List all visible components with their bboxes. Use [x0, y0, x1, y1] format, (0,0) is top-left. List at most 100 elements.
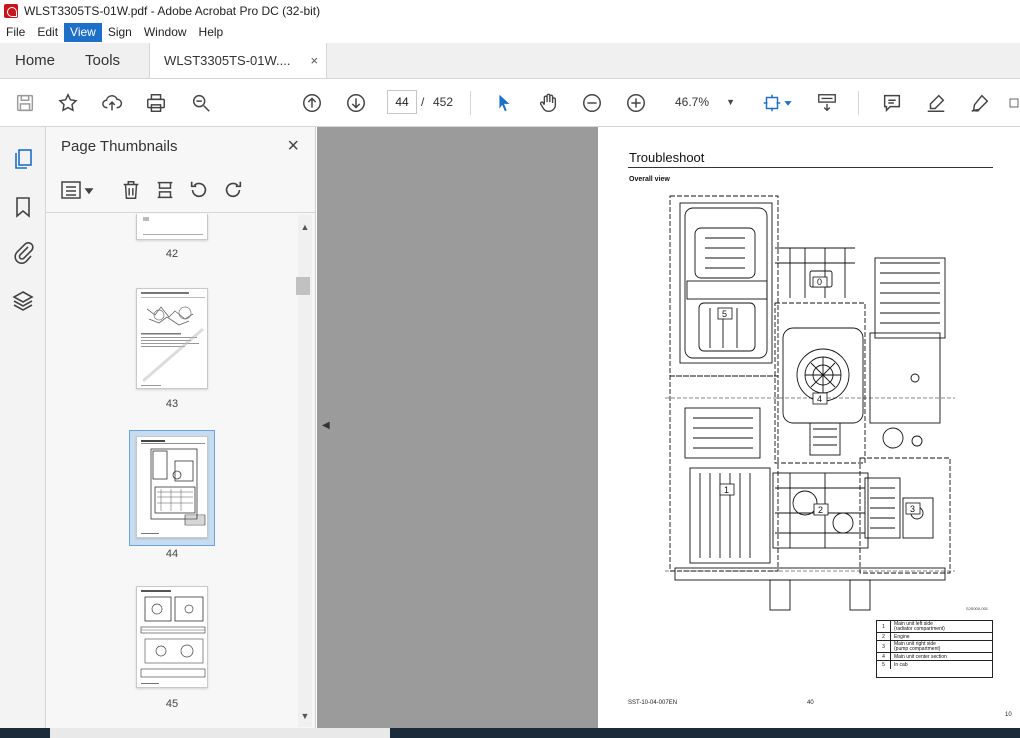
os-taskbar	[0, 728, 1020, 738]
legend-text: Main unit center section	[894, 654, 947, 660]
legend-number: 1	[877, 621, 891, 632]
taskbar-search-box[interactable]	[50, 728, 390, 738]
callout-5: 5	[722, 309, 727, 319]
menu-help[interactable]: Help	[193, 23, 230, 42]
legend-row: 5 In cab	[877, 661, 992, 669]
zoom-out-icon[interactable]	[580, 91, 604, 115]
thumbnail-page-45[interactable]	[136, 586, 208, 688]
legend-text: Engine	[894, 634, 910, 640]
scroll-down-icon[interactable]: ▼	[298, 709, 312, 723]
tab-tools[interactable]: Tools	[70, 43, 135, 78]
window-title: WLST3305TS-01W.pdf - Adobe Acrobat Pro D…	[24, 4, 321, 18]
extract-page-icon[interactable]	[154, 179, 178, 203]
highlight-icon[interactable]	[924, 91, 948, 115]
drawing-code: SJS000-001	[966, 606, 989, 611]
thumbnail-page-44[interactable]	[136, 436, 208, 538]
bookmark-star-icon[interactable]	[56, 91, 80, 115]
legend-number: 5	[877, 661, 891, 669]
page-separator: /	[421, 95, 425, 109]
thumbnail-list: 42 43 44 45	[46, 214, 296, 728]
attachments-icon[interactable]	[11, 240, 35, 264]
total-pages: 452	[433, 95, 454, 109]
comment-icon[interactable]	[880, 91, 904, 115]
tab-document[interactable]: WLST3305TS-01W.... ×	[149, 43, 328, 78]
thumbnail-content-43	[141, 292, 205, 386]
page-heading: Troubleshoot	[629, 150, 705, 165]
toolbar-divider	[858, 91, 859, 115]
legend-table: 1 Main unit left side (radiator compartm…	[876, 620, 993, 678]
legend-number: 3	[877, 641, 891, 652]
zoom-level-select[interactable]: 46.7% ▼	[663, 90, 743, 114]
close-tab-icon[interactable]: ×	[310, 53, 318, 68]
machine-overall-view-drawing: 0 5 4 1 2 3	[665, 195, 955, 611]
thumbnail-scrollbar-thumb[interactable]	[296, 277, 310, 295]
print-icon[interactable]	[144, 91, 168, 115]
current-page-input[interactable]: 44	[387, 90, 417, 114]
bookmarks-icon[interactable]	[11, 195, 35, 219]
menu-bar: File Edit View Sign Window Help	[0, 22, 1020, 43]
fit-page-icon[interactable]	[760, 91, 784, 115]
page-up-icon[interactable]	[300, 91, 324, 115]
chevron-down-icon: ▼	[726, 97, 735, 107]
document-tab-label: WLST3305TS-01W....	[164, 53, 291, 68]
thumbnail-content-44	[141, 440, 206, 534]
title-bar: WLST3305TS-01W.pdf - Adobe Acrobat Pro D…	[0, 0, 1020, 22]
legend-text: Main unit right side (pump compartment)	[894, 641, 941, 652]
thumbnail-label: 44	[165, 548, 179, 560]
callout-2: 2	[818, 505, 823, 515]
callout-4: 4	[817, 394, 822, 404]
legend-row: 2 Engine	[877, 633, 992, 641]
menu-edit[interactable]: Edit	[31, 23, 64, 42]
zoom-value: 46.7%	[675, 95, 710, 109]
thumbnail-options-icon[interactable]	[60, 179, 96, 203]
tab-bar: Home Tools WLST3305TS-01W.... ×	[0, 43, 1020, 79]
scroll-mode-icon[interactable]	[815, 91, 839, 115]
thumbnail-page-43[interactable]	[136, 288, 208, 389]
page-thumbnails-panel: Page Thumbnails × 42 43 44 45 ▲ ▼	[46, 127, 316, 728]
sign-icon[interactable]	[968, 91, 992, 115]
footer-page-number: 40	[807, 700, 814, 706]
thumbnail-page-42[interactable]	[136, 214, 208, 240]
hand-icon[interactable]	[536, 91, 560, 115]
rotate-right-icon[interactable]	[222, 179, 246, 203]
thumbnail-label: 45	[165, 698, 179, 710]
save-icon[interactable]	[13, 91, 37, 115]
delete-page-icon[interactable]	[120, 179, 144, 203]
callout-3: 3	[910, 504, 915, 514]
collapse-panel-icon[interactable]: ◀	[322, 420, 330, 431]
menu-sign[interactable]: Sign	[102, 23, 138, 42]
layers-icon[interactable]	[11, 289, 35, 313]
menu-window[interactable]: Window	[138, 23, 193, 42]
zoom-in-icon[interactable]	[624, 91, 648, 115]
page-down-icon[interactable]	[344, 91, 368, 115]
panel-title: Page Thumbnails	[61, 138, 178, 155]
menu-view[interactable]: View	[64, 23, 102, 42]
rotate-left-icon[interactable]	[188, 179, 212, 203]
select-cursor-icon[interactable]	[492, 91, 516, 115]
more-tools-icon[interactable]	[1008, 91, 1020, 115]
acrobat-logo-icon	[4, 4, 18, 18]
callout-1: 1	[724, 485, 729, 495]
close-panel-icon[interactable]: ×	[287, 135, 299, 158]
menu-file[interactable]: File	[0, 23, 31, 42]
toolbar-divider	[470, 91, 471, 115]
legend-row: 4 Main unit center section	[877, 653, 992, 661]
upload-icon[interactable]	[100, 91, 124, 115]
thumbnail-label: 43	[165, 398, 179, 410]
scroll-up-icon[interactable]: ▲	[298, 220, 312, 234]
thumbnail-label: 42	[165, 248, 179, 260]
fit-page-dropdown-icon[interactable]	[783, 91, 793, 115]
zoom-search-icon[interactable]	[189, 91, 213, 115]
main-toolbar	[0, 79, 1020, 127]
thumbnail-content-45	[140, 590, 206, 684]
legend-text: Main unit left side (radiator compartmen…	[894, 621, 945, 632]
page-subheading: Overall view	[629, 176, 670, 183]
page-thumbnails-icon[interactable]	[11, 147, 35, 171]
callout-0: 0	[817, 277, 822, 287]
legend-number: 2	[877, 633, 891, 640]
footer-section-number: 10	[1005, 712, 1012, 718]
thumbnail-toolbar	[46, 173, 316, 213]
legend-row: 3 Main unit right side (pump compartment…	[877, 641, 992, 653]
footer-doc-code: SST-10-04-007EN	[628, 700, 678, 706]
tab-home[interactable]: Home	[0, 43, 70, 78]
